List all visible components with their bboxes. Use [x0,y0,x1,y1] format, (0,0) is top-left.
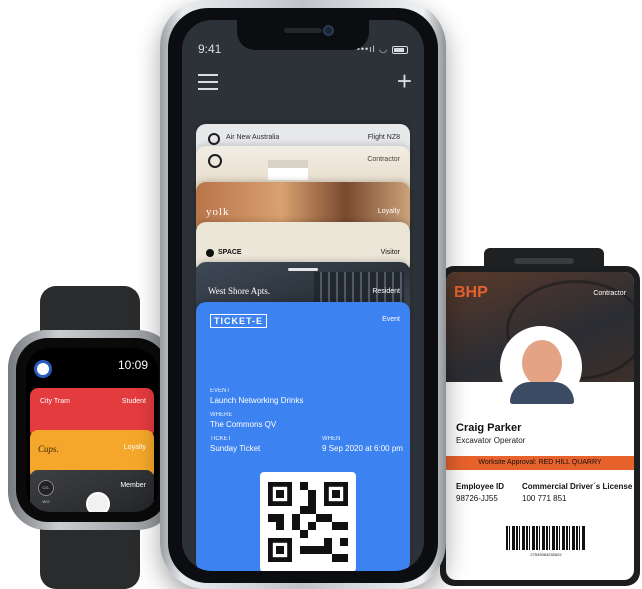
home-logo-icon [208,154,222,168]
qr-code-icon [268,482,348,562]
member-photo [86,492,110,512]
pass-card-title: West Shore Apts. [208,286,271,296]
employee-id-value: 98726-JJ55 [456,494,498,503]
where-value: The Commons QV [210,420,277,429]
ticket-logo: TICKET-E [210,314,268,328]
clip-slot [514,258,574,264]
watch-card-tag: Student [121,398,146,405]
barcode-number: 27539363292622 [530,552,562,557]
speaker [284,28,322,33]
watch-card-tag: Member [120,482,146,489]
drag-handle[interactable] [288,268,318,271]
pass-card-title: Air New Australia [226,134,280,141]
avatar [500,326,582,408]
watch-bezel: 10:09 City Tram Student Cups. Loyalty CO… [16,338,168,522]
status-time: 9:41 [198,42,222,56]
pass-card-title: yolk [206,206,230,218]
license-label: Commercial Driver´s License [522,482,633,491]
license-value: 100 771 851 [522,494,567,503]
pass-card-tag: Resident [372,288,400,295]
smartwatch: 10:09 City Tram Student Cups. Loyalty CO… [8,330,176,530]
watch-card-title: City Tram [40,398,70,405]
member-logo-icon: CO-WO [38,480,54,504]
wallet-app-icon[interactable] [34,360,52,378]
when-label: WHEN [322,436,341,442]
event-label: EVENT [210,388,231,394]
product-showcase: 10:09 City Tram Student Cups. Loyalty CO… [0,0,642,589]
space-logo-icon [206,249,214,257]
house-photo [268,160,308,180]
camera-icon [323,25,334,36]
status-icons: •••ıl ◡ [357,44,408,55]
badge-tag: Contractor [593,290,626,297]
watch-screen: 10:09 City Tram Student Cups. Loyalty CO… [26,348,158,512]
watch-strap-top [40,286,140,336]
id-badge-card: BHP Contractor Craig Parker Excavator Op… [446,272,634,580]
watch-card-tag: Loyalty [123,444,146,451]
qr-code[interactable] [260,472,356,571]
menu-icon[interactable] [198,74,218,90]
pass-card-tag: Event [382,316,400,323]
airline-logo-icon [208,133,220,145]
event-value: Launch Networking Drinks [210,396,304,405]
ticket-label: TICKET [210,436,232,442]
pass-card-event[interactable]: TICKET-E Event EVENT Launch Networking D… [196,302,410,571]
ticket-value: Sunday Ticket [210,444,261,453]
person-name: Craig Parker [456,422,522,434]
add-icon[interactable]: + [397,68,412,94]
smartphone: 9:41 •••ıl ◡ + Air New Australia Flight … [160,0,446,589]
watch-card-title: Cups. [38,444,59,454]
watch-time: 10:09 [117,358,148,372]
worksite-approval-banner: Worksite Approval: RED HILL QUARRY [446,456,634,470]
watch-card-member[interactable]: CO-WO Member [30,470,154,512]
pass-card-tag: Flight NZ8 [367,134,400,141]
battery-icon [392,45,408,54]
phone-bezel: 9:41 •••ıl ◡ + Air New Australia Flight … [168,8,438,583]
avatar-body [510,382,574,404]
pass-card-tag: Loyalty [377,208,400,215]
where-label: WHERE [210,412,233,418]
when-value: 9 Sep 2020 at 6:00 pm [322,444,403,453]
id-badge: BHP Contractor Craig Parker Excavator Op… [440,266,640,586]
avatar-face [522,340,562,386]
brand-logo: BHP [454,284,488,301]
pass-card-tag: Contractor [367,156,400,163]
pass-card-tag: Visitor [380,249,400,256]
pass-card-title: SPACE [218,249,242,256]
person-role: Excavator Operator [456,436,526,445]
phone-screen: 9:41 •••ıl ◡ + Air New Australia Flight … [182,20,424,571]
notch [237,20,369,50]
employee-id-label: Employee ID [456,482,505,491]
watch-strap-bottom [40,525,140,589]
barcode [506,526,586,550]
